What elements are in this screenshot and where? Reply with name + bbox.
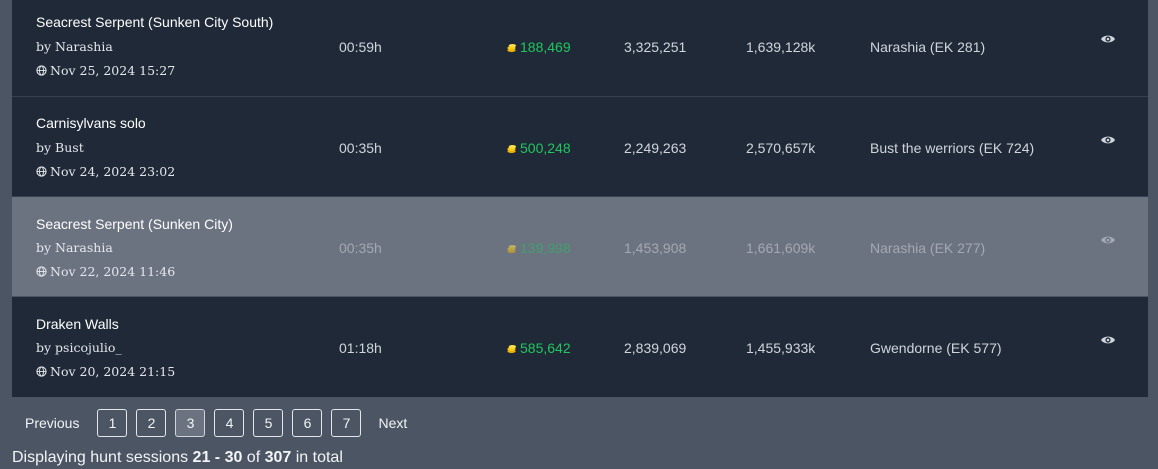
summary-total: 307 bbox=[264, 449, 292, 466]
table-row[interactable]: Carnisylvans solo by Bust Nov 24, 2024 2… bbox=[12, 97, 1148, 197]
gold-coins-icon bbox=[507, 244, 517, 253]
session-profit: 585,642 bbox=[506, 340, 571, 356]
session-profit: 139,998 bbox=[506, 240, 571, 256]
session-duration: 01:18h bbox=[339, 340, 382, 356]
session-duration: 00:35h bbox=[339, 240, 382, 256]
session-title[interactable]: Carnisylvans solo bbox=[36, 115, 146, 131]
session-character: Gwendorne (EK 577) bbox=[870, 340, 1002, 356]
next-page-link[interactable]: Next bbox=[378, 415, 407, 431]
session-character: Narashia (EK 277) bbox=[870, 240, 986, 256]
summary-range: 21 - 30 bbox=[192, 449, 243, 466]
session-title[interactable]: Seacrest Serpent (Sunken City South) bbox=[36, 14, 273, 30]
eye-icon[interactable] bbox=[1100, 31, 1116, 47]
session-date-text: Nov 20, 2024 21:15 bbox=[50, 364, 176, 379]
eye-icon[interactable] bbox=[1100, 132, 1116, 148]
session-damage: 2,570,657k bbox=[746, 140, 816, 156]
session-profit: 188,469 bbox=[506, 39, 571, 55]
page-6-button[interactable]: 6 bbox=[292, 409, 323, 437]
session-author: by Bust bbox=[36, 140, 84, 155]
session-profit-value: 139,998 bbox=[520, 240, 571, 256]
globe-icon bbox=[36, 166, 47, 177]
session-date: Nov 22, 2024 11:46 bbox=[36, 264, 175, 279]
session-author: by Narashia bbox=[36, 39, 113, 54]
table-row[interactable]: Seacrest Serpent (Sunken City South) by … bbox=[12, 0, 1148, 97]
globe-icon bbox=[36, 366, 47, 377]
session-damage: 1,639,128k bbox=[746, 39, 816, 55]
session-duration: 00:59h bbox=[339, 39, 382, 55]
results-summary: Displaying hunt sessions 21 - 30 of 307 … bbox=[12, 449, 343, 467]
pagination: Previous 1 2 3 4 5 6 7 Next bbox=[12, 408, 407, 438]
gold-coins-icon bbox=[507, 344, 517, 353]
session-character: Bust the werriors (EK 724) bbox=[870, 140, 1035, 156]
page-number-list: 1 2 3 4 5 6 7 bbox=[97, 409, 362, 437]
session-xp: 2,839,069 bbox=[624, 340, 687, 356]
session-damage: 1,661,609k bbox=[746, 240, 816, 256]
session-duration: 00:35h bbox=[339, 140, 382, 156]
session-profit-value: 585,642 bbox=[520, 340, 571, 356]
session-profit: 500,248 bbox=[506, 140, 571, 156]
session-date: Nov 20, 2024 21:15 bbox=[36, 364, 175, 379]
page-2-button[interactable]: 2 bbox=[136, 409, 167, 437]
session-xp: 1,453,908 bbox=[624, 240, 687, 256]
hunt-sessions-table: Seacrest Serpent (Sunken City South) by … bbox=[12, 0, 1148, 397]
eye-icon[interactable] bbox=[1100, 332, 1116, 348]
session-xp: 3,325,251 bbox=[624, 39, 687, 55]
gold-coins-icon bbox=[507, 43, 517, 52]
session-date: Nov 25, 2024 15:27 bbox=[36, 63, 175, 78]
summary-of: of bbox=[242, 449, 265, 466]
session-date-text: Nov 22, 2024 11:46 bbox=[50, 264, 176, 279]
table-row[interactable]: Seacrest Serpent (Sunken City) by Narash… bbox=[12, 197, 1148, 297]
page-4-button[interactable]: 4 bbox=[214, 409, 245, 437]
session-date-text: Nov 25, 2024 15:27 bbox=[50, 63, 176, 78]
session-xp: 2,249,263 bbox=[624, 140, 687, 156]
page-1-button[interactable]: 1 bbox=[97, 409, 128, 437]
summary-prefix: Displaying hunt sessions bbox=[12, 449, 193, 466]
session-date-text: Nov 24, 2024 23:02 bbox=[50, 164, 176, 179]
page-5-button[interactable]: 5 bbox=[253, 409, 284, 437]
session-damage: 1,455,933k bbox=[746, 340, 816, 356]
globe-icon bbox=[36, 266, 47, 277]
session-author: by psicojulio_ bbox=[36, 340, 122, 355]
session-profit-value: 188,469 bbox=[520, 39, 571, 55]
session-profit-value: 500,248 bbox=[520, 140, 571, 156]
summary-suffix: in total bbox=[291, 449, 343, 466]
gold-coins-icon bbox=[507, 144, 517, 153]
session-title[interactable]: Draken Walls bbox=[36, 316, 119, 332]
page-7-button[interactable]: 7 bbox=[331, 409, 362, 437]
eye-icon[interactable] bbox=[1100, 232, 1116, 248]
session-date: Nov 24, 2024 23:02 bbox=[36, 164, 175, 179]
globe-icon bbox=[36, 65, 47, 76]
page-3-button[interactable]: 3 bbox=[175, 409, 206, 437]
session-title[interactable]: Seacrest Serpent (Sunken City) bbox=[36, 216, 233, 232]
session-character: Narashia (EK 281) bbox=[870, 39, 986, 55]
previous-page-link[interactable]: Previous bbox=[25, 415, 79, 431]
session-author: by Narashia bbox=[36, 240, 113, 255]
table-row[interactable]: Draken Walls by psicojulio_ Nov 20, 2024… bbox=[12, 297, 1148, 397]
